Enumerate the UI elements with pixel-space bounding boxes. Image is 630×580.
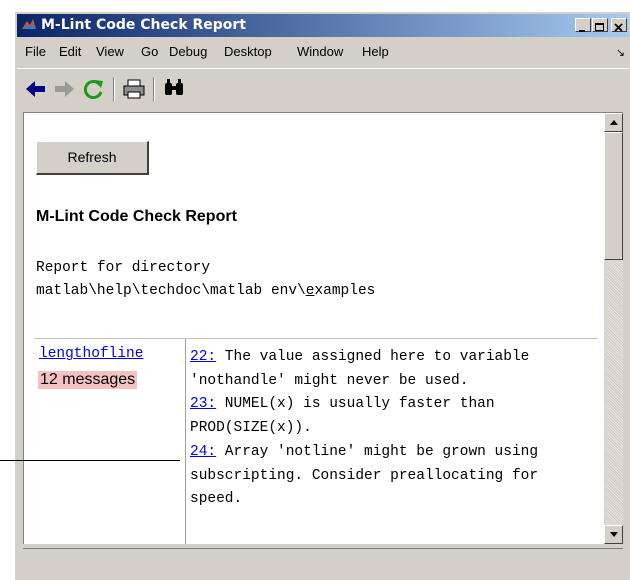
close-icon [614, 23, 623, 32]
message-text: The value assigned here to variable 'not… [190, 349, 530, 389]
message-line-link[interactable]: 22: [190, 349, 216, 365]
refresh-icon[interactable] [81, 77, 107, 101]
menu-bar: File Edit View Go Debug Desktop Window H… [17, 41, 629, 63]
back-icon[interactable] [23, 77, 49, 101]
scroll-down-button[interactable] [604, 525, 623, 544]
maximize-icon [595, 23, 604, 31]
menu-go[interactable]: Go [141, 44, 158, 59]
column-divider [185, 339, 186, 544]
toolbar-separator [113, 77, 115, 101]
refresh-button[interactable]: Refresh [36, 141, 149, 175]
close-button[interactable] [611, 18, 627, 32]
vertical-scrollbar[interactable] [604, 113, 623, 544]
message-text: NUMEL(x) is usually faster than PROD(SIZ… [190, 396, 495, 437]
file-link[interactable]: lengthofline [39, 346, 143, 362]
scroll-up-button[interactable] [604, 113, 623, 132]
menu-help[interactable]: Help [362, 44, 389, 59]
results-table: lengthofline 12 messages 22: The value a… [34, 338, 598, 544]
menu-desktop[interactable]: Desktop [224, 44, 272, 59]
print-icon[interactable] [121, 77, 147, 101]
menu-overflow-icon[interactable]: ↘ [616, 46, 625, 59]
message-text: Array 'notline' might be grown using sub… [190, 443, 539, 508]
maximize-button[interactable] [592, 18, 608, 32]
report-directory-path: matlab\help\techdoc\matlab env\examples [36, 283, 375, 299]
menu-debug[interactable]: Debug [169, 44, 207, 59]
message-line-link[interactable]: 23: [190, 396, 216, 412]
message-count-badge: 12 messages [38, 371, 138, 389]
report-for-label: Report for directory [36, 260, 211, 276]
menu-edit[interactable]: Edit [59, 44, 81, 59]
toolbar-separator [153, 77, 155, 101]
report-window: M-Lint Code Check Report File Edit View … [14, 11, 630, 580]
message-line-link[interactable]: 24: [190, 444, 216, 460]
path-suffix: xamples [314, 283, 376, 299]
minimize-icon [579, 30, 585, 32]
find-icon[interactable] [161, 77, 187, 101]
menu-window[interactable]: Window [297, 44, 343, 59]
minimize-button[interactable] [575, 18, 591, 32]
path-prefix: matlab\help\techdoc\matlab env\ [36, 283, 306, 299]
scroll-down-icon [610, 532, 618, 537]
scroll-up-icon [610, 120, 618, 125]
window-title: M-Lint Code Check Report [41, 17, 247, 33]
matlab-app-icon [22, 19, 36, 29]
report-heading: M-Lint Code Check Report [36, 208, 237, 225]
menu-view[interactable]: View [96, 44, 124, 59]
status-bar [23, 548, 623, 578]
forward-icon[interactable] [51, 77, 77, 101]
menu-file[interactable]: File [25, 44, 46, 59]
title-bar[interactable]: M-Lint Code Check Report [17, 14, 629, 37]
messages-list: 22: The value assigned here to variable … [190, 346, 590, 512]
scrollbar-thumb[interactable] [604, 132, 623, 260]
toolbar [17, 68, 629, 108]
report-content: Refresh M-Lint Code Check Report Report … [23, 112, 623, 544]
callout-line [0, 460, 180, 461]
